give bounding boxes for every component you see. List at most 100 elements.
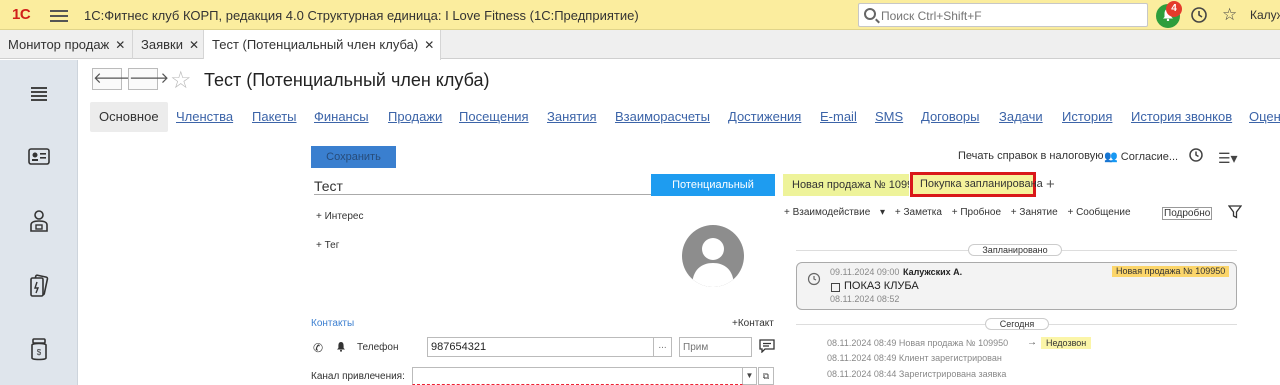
back-button[interactable]: 🡐	[92, 68, 133, 90]
add-class-button[interactable]: + Занятие	[1011, 207, 1058, 218]
favorite-star-icon[interactable]: ☆	[170, 66, 192, 95]
history-clock-icon[interactable]	[1188, 147, 1204, 163]
section-packages[interactable]: Пакеты	[252, 102, 297, 132]
section-ratings[interactable]: Оцен	[1249, 102, 1280, 132]
phone-select-button[interactable]: ...	[654, 337, 672, 357]
section-sms[interactable]: SMS	[875, 102, 903, 132]
section-tabs: Основное Членства Пакеты Финансы Продажи…	[90, 102, 1280, 132]
no-answer-badge: Недозвон	[1041, 337, 1092, 349]
event-sale-badge[interactable]: Новая продажа № 109950	[1112, 266, 1230, 277]
add-tab-button[interactable]: +	[1046, 176, 1055, 193]
add-interest-link[interactable]: + Интерес	[316, 211, 363, 222]
section-main[interactable]: Основное	[90, 102, 168, 132]
purchase-planned-tab[interactable]: Покупка запланирована	[910, 172, 1043, 197]
search-icon	[864, 8, 876, 20]
forward-button[interactable]: 🡒	[128, 68, 169, 90]
section-classes[interactable]: Занятия	[547, 102, 597, 132]
phone-icon[interactable]: ✆	[313, 341, 323, 355]
avatar[interactable]	[682, 225, 744, 287]
finance-jar-icon[interactable]: $	[26, 336, 52, 362]
log-entry: 08.11.2024 08:44 Зарегистрирована заявка	[827, 369, 1007, 379]
feed-actions: + Взаимодействие ▾ + Заметка + Пробное +…	[784, 207, 1138, 218]
global-search[interactable]	[858, 3, 1148, 27]
phone-note-input[interactable]	[679, 337, 752, 357]
event-created-date: 08.11.2024 08:52	[830, 294, 900, 304]
section-visits[interactable]: Посещения	[459, 102, 529, 132]
add-note-button[interactable]: + Заметка	[895, 207, 942, 218]
section-contracts[interactable]: Договоры	[921, 102, 979, 132]
comment-icon[interactable]	[759, 339, 775, 353]
title-bar: 1С 1С:Фитнес клуб КОРП, редакция 4.0 Стр…	[0, 0, 1280, 30]
details-button[interactable]: Подробно	[1162, 207, 1213, 220]
more-menu-icon[interactable]: ☰▾	[1218, 150, 1238, 167]
svg-text:$: $	[37, 348, 42, 357]
add-trial-button[interactable]: + Пробное	[952, 207, 1001, 218]
section-achievements[interactable]: Достижения	[728, 102, 801, 132]
consents-button[interactable]: 👥 Согласие...	[1104, 150, 1178, 163]
menu-list-icon[interactable]	[26, 80, 52, 106]
tab-label: Тест (Потенциальный член клуба)	[212, 37, 419, 52]
close-icon[interactable]: ✕	[424, 38, 434, 52]
notification-count-badge: 4	[1166, 1, 1182, 17]
planned-event-card[interactable]: 09.11.2024 09:00 Калужских А. Новая прод…	[796, 262, 1237, 310]
favorites-star-icon[interactable]: ☆	[1222, 5, 1237, 25]
section-memberships[interactable]: Членства	[176, 102, 233, 132]
section-tasks[interactable]: Задачи	[999, 102, 1043, 132]
channel-label: Канал привлечения:	[311, 371, 405, 382]
tab-label: Заявки	[141, 37, 183, 52]
section-settlements[interactable]: Взаиморасчеты	[615, 102, 710, 132]
section-history[interactable]: История	[1062, 102, 1112, 132]
page-title: Тест (Потенциальный член клуба)	[204, 70, 490, 90]
print-tax-certificates-button[interactable]: Печать справок в налоговую	[958, 150, 1103, 162]
tab-label: Монитор продаж	[8, 37, 110, 52]
filter-icon[interactable]	[1228, 205, 1242, 219]
add-tag-link[interactable]: + Тег	[316, 240, 339, 251]
cards-icon[interactable]	[26, 272, 52, 298]
current-user[interactable]: Калуж	[1250, 8, 1280, 22]
open-item-icon[interactable]: ⧉	[758, 367, 774, 385]
history-icon[interactable]	[1190, 6, 1208, 24]
event-title: ПОКАЗ КЛУБА	[844, 280, 919, 292]
add-message-button[interactable]: + Сообщение	[1067, 207, 1130, 218]
phone-input[interactable]: 987654321	[427, 337, 654, 357]
id-card-icon[interactable]	[26, 144, 52, 170]
status-badge[interactable]: Потенциальный	[651, 174, 775, 196]
section-email[interactable]: E-mail	[820, 102, 857, 132]
search-input[interactable]	[881, 8, 1141, 24]
today-header: Сегодня	[985, 318, 1049, 330]
add-interaction-button[interactable]: + Взаимодействие ▾	[784, 207, 885, 218]
acquisition-channel-select[interactable]	[412, 367, 743, 385]
trainer-icon[interactable]	[26, 208, 52, 234]
open-tabs-bar: Монитор продаж ✕ Заявки ✕ Тест (Потенциаль…	[0, 30, 1280, 60]
tab-requests[interactable]: Заявки ✕	[133, 30, 204, 59]
add-contact-button[interactable]: +Контакт	[732, 318, 774, 329]
contacts-heading[interactable]: Контакты	[311, 318, 354, 329]
planned-header: Запланировано	[968, 244, 1062, 256]
log-entry: 08.11.2024 08:49 Новая продажа № 109950	[827, 338, 1009, 348]
section-finance[interactable]: Финансы	[314, 102, 369, 132]
event-author: Калужских А.	[903, 267, 963, 277]
app-logo: 1С	[12, 6, 31, 23]
event-date: 09.11.2024 09:00	[830, 267, 900, 277]
save-button[interactable]: Сохранить	[311, 146, 396, 168]
event-done-checkbox[interactable]	[831, 283, 840, 292]
close-icon[interactable]: ✕	[115, 38, 125, 52]
member-name[interactable]: Тест	[314, 178, 343, 194]
section-sales[interactable]: Продажи	[388, 102, 442, 132]
arrow-right-icon: →	[1027, 337, 1037, 348]
clock-icon	[807, 272, 821, 286]
section-call-history[interactable]: История звонков	[1131, 102, 1232, 132]
log-entry: 08.11.2024 08:49 Клиент зарегистрирован	[827, 353, 1002, 363]
person-silhouette-icon	[692, 238, 734, 287]
main-menu-icon[interactable]	[50, 7, 68, 23]
tab-sales-monitor[interactable]: Монитор продаж ✕	[0, 30, 133, 59]
sale-tab[interactable]: Новая продажа № 109950	[783, 174, 909, 196]
people-icon: 👥	[1104, 151, 1118, 163]
app-title: 1С:Фитнес клуб КОРП, редакция 4.0 Структ…	[84, 8, 639, 23]
consents-label: Согласие...	[1120, 151, 1179, 163]
tab-test-member[interactable]: Тест (Потенциальный член клуба) ✕	[204, 30, 441, 60]
sidebar: $	[0, 60, 78, 385]
chevron-down-icon[interactable]: ▼	[743, 367, 757, 385]
close-icon[interactable]: ✕	[189, 38, 199, 52]
notify-bell-icon[interactable]	[336, 341, 346, 352]
